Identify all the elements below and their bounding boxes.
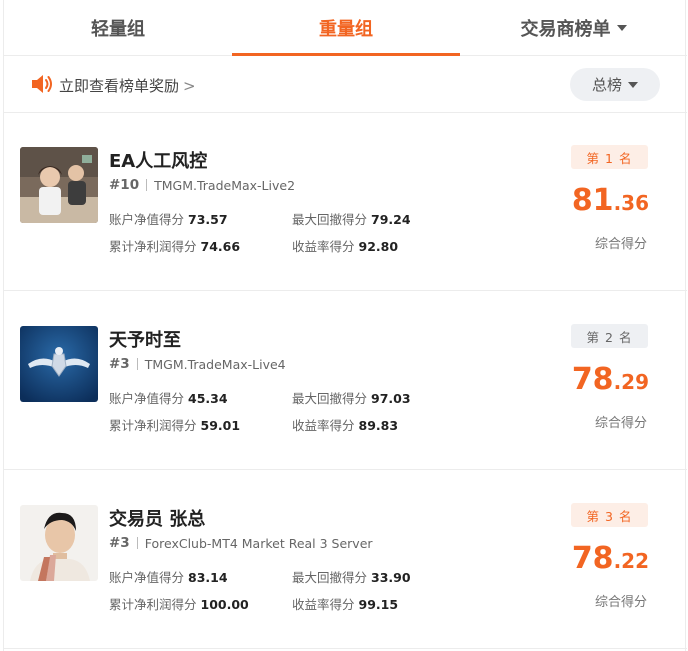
score-integer: 78 <box>571 541 614 576</box>
stat-equity: 账户净值得分 73.57 <box>109 209 228 228</box>
stat-label: 账户净值得分 <box>109 212 185 227</box>
leaderboard-panel: 轻量组 重量组 交易商榜单 立即查看榜单奖励 > 总榜 EA人工风控 #10 T… <box>3 0 687 651</box>
board-filter-dropdown[interactable]: 总榜 <box>570 68 660 101</box>
stat-value: 100.00 <box>200 597 249 612</box>
server-name: TMGM.TradeMax-Live2 <box>154 177 296 193</box>
tab-broker-ranking[interactable]: 交易商榜单 <box>460 0 687 56</box>
stat-label: 最大回撤得分 <box>292 391 368 406</box>
account-meta: #10 TMGM.TradeMax-Live2 <box>109 177 295 193</box>
tab-label: 重量组 <box>319 19 373 40</box>
leaderboard-entry[interactable]: EA人工风控 #10 TMGM.TradeMax-Live2 账户净值得分 73.… <box>4 113 687 291</box>
score-label: 综合得分 <box>595 595 648 610</box>
server-name: TMGM.TradeMax-Live4 <box>144 356 286 372</box>
composite-score: 81.36 <box>572 183 649 218</box>
account-meta: #3 ForexClub-MT4 Market Real 3 Server <box>109 535 373 551</box>
group-tabs: 轻量组 重量组 交易商榜单 <box>4 0 687 56</box>
stat-value: 33.90 <box>371 570 411 585</box>
rank-tag: #10 <box>109 177 140 193</box>
stat-label: 账户净值得分 <box>109 570 185 585</box>
avatar <box>20 326 98 402</box>
stat-label: 累计净利润得分 <box>109 239 197 254</box>
rank-tag: #3 <box>109 535 130 551</box>
divider <box>146 179 148 191</box>
stat-label: 账户净值得分 <box>109 391 185 406</box>
stat-label: 收益率得分 <box>292 597 355 612</box>
chevron-right-icon: > <box>183 77 196 95</box>
stat-equity: 账户净值得分 45.34 <box>109 388 228 407</box>
stat-return: 收益率得分 99.15 <box>292 594 398 613</box>
stat-net-profit: 累计净利润得分 100.00 <box>109 594 249 613</box>
tab-label: 轻量组 <box>91 19 145 40</box>
tab-light-group[interactable]: 轻量组 <box>4 0 232 56</box>
trader-name[interactable]: 天予时至 <box>109 326 181 352</box>
stat-value: 59.01 <box>200 418 241 433</box>
stat-value: 73.57 <box>188 212 228 227</box>
stat-label: 收益率得分 <box>292 418 355 433</box>
stat-label: 累计净利润得分 <box>109 597 197 612</box>
speaker-icon <box>32 75 52 93</box>
caret-down-icon <box>628 81 638 88</box>
stat-return: 收益率得分 89.83 <box>292 415 398 434</box>
stat-value: 92.80 <box>358 239 399 254</box>
caret-down-icon <box>616 25 627 31</box>
stat-drawdown: 最大回撤得分 79.24 <box>292 209 411 228</box>
score-decimal: .36 <box>613 191 649 215</box>
tab-heavy-group[interactable]: 重量组 <box>232 0 460 56</box>
composite-score: 78.29 <box>572 362 649 397</box>
stat-value: 74.66 <box>200 239 241 254</box>
server-name: ForexClub-MT4 Market Real 3 Server <box>144 535 373 551</box>
stat-value: 45.34 <box>188 391 228 406</box>
stat-value: 99.15 <box>358 597 399 612</box>
view-rewards-link[interactable]: 立即查看榜单奖励 > <box>59 75 196 96</box>
stat-value: 97.03 <box>371 391 411 406</box>
stat-net-profit: 累计净利润得分 74.66 <box>109 236 240 255</box>
stat-value: 79.24 <box>371 212 411 227</box>
stat-value: 89.83 <box>358 418 399 433</box>
score-integer: 78 <box>571 362 614 397</box>
place-badge: 第 1 名 <box>571 145 648 169</box>
score-decimal: .22 <box>613 549 649 573</box>
stat-net-profit: 累计净利润得分 59.01 <box>109 415 240 434</box>
trader-name[interactable]: EA人工风控 <box>109 147 207 173</box>
leaderboard-entry[interactable]: 天予时至 #3 TMGM.TradeMax-Live4 账户净值得分 45.34 … <box>4 292 687 470</box>
tab-label: 交易商榜单 <box>520 19 611 40</box>
stat-return: 收益率得分 92.80 <box>292 236 398 255</box>
account-meta: #3 TMGM.TradeMax-Live4 <box>109 356 286 372</box>
score-label: 综合得分 <box>595 237 648 252</box>
avatar <box>20 505 98 581</box>
divider <box>136 358 138 370</box>
stat-label: 最大回撤得分 <box>292 570 368 585</box>
stat-label: 最大回撤得分 <box>292 212 368 227</box>
place-badge: 第 2 名 <box>571 324 648 348</box>
stat-drawdown: 最大回撤得分 33.90 <box>292 567 411 586</box>
leaderboard-entry[interactable]: 交易员 张总 #3 ForexClub-MT4 Market Real 3 Se… <box>4 471 687 649</box>
active-tab-indicator <box>232 53 460 56</box>
stat-equity: 账户净值得分 83.14 <box>109 567 228 586</box>
board-filter-label: 总榜 <box>591 76 622 94</box>
notice-label: 立即查看榜单奖励 <box>59 77 180 95</box>
trader-name[interactable]: 交易员 张总 <box>109 505 205 531</box>
composite-score: 78.22 <box>572 541 649 576</box>
rank-tag: #3 <box>109 356 130 372</box>
avatar <box>20 147 98 223</box>
place-badge: 第 3 名 <box>571 503 648 527</box>
notice-bar: 立即查看榜单奖励 > 总榜 <box>4 57 687 113</box>
stat-label: 累计净利润得分 <box>109 418 197 433</box>
score-integer: 81 <box>571 183 614 218</box>
stat-drawdown: 最大回撤得分 97.03 <box>292 388 411 407</box>
divider <box>136 537 138 549</box>
score-label: 综合得分 <box>595 416 648 431</box>
stat-value: 83.14 <box>188 570 228 585</box>
stat-label: 收益率得分 <box>292 239 355 254</box>
score-decimal: .29 <box>613 370 649 394</box>
